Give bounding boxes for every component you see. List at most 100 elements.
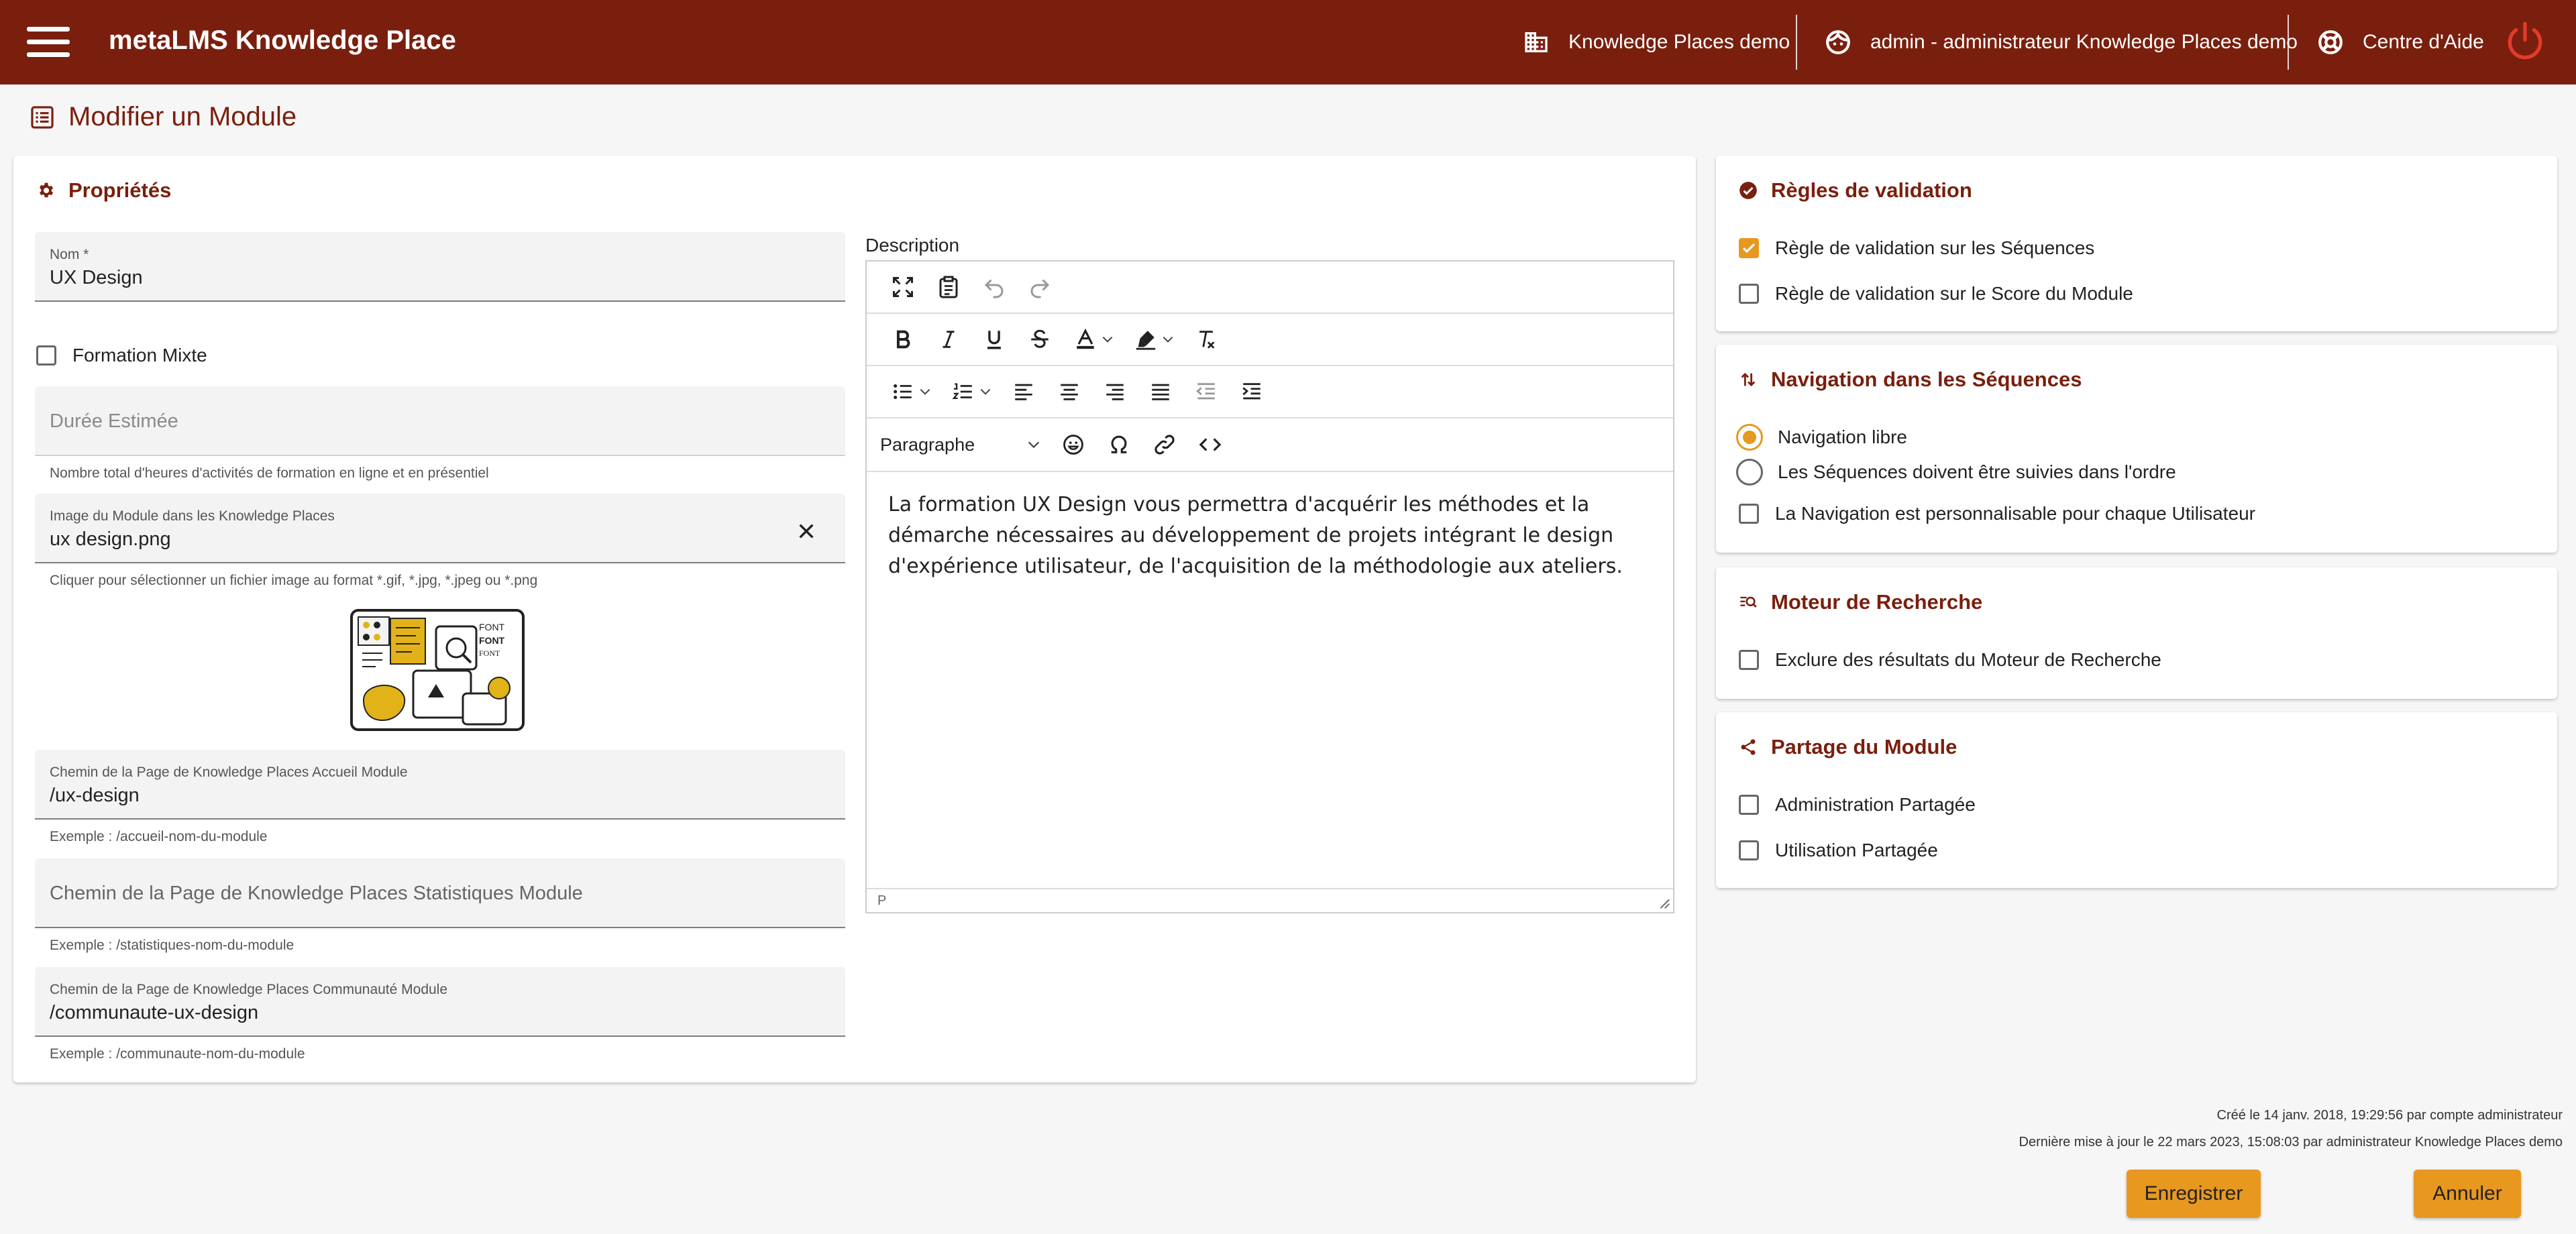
navigation-free-radio[interactable] [1736, 424, 1763, 451]
logout-button[interactable] [2504, 20, 2546, 66]
clipboard-icon [939, 276, 958, 298]
underline-icon [987, 331, 1001, 349]
building-icon [1525, 32, 1548, 52]
block-format-select[interactable]: Paragraphe [880, 425, 1041, 465]
mixed-training-checkbox-row[interactable]: Formation Mixte [36, 345, 207, 366]
navigation-ordered-radio[interactable] [1736, 459, 1763, 486]
validation-sequences-checkbox[interactable] [1739, 238, 1759, 258]
close-icon[interactable] [796, 520, 817, 542]
cancel-button[interactable]: Annuler [2414, 1170, 2521, 1218]
numbered-list-dropdown[interactable] [977, 372, 994, 412]
navigation-card: Navigation dans les Séquences Navigation… [1716, 345, 2557, 553]
svg-text:FONT: FONT [479, 622, 505, 632]
help-center-link[interactable]: Centre d'Aide [2317, 0, 2484, 85]
description-content[interactable]: La formation UX Design vous permettra d'… [888, 490, 1646, 582]
sharing-usage-row[interactable]: Utilisation Partagée [1739, 840, 1938, 861]
special-char-button[interactable] [1096, 425, 1142, 465]
home-path-field[interactable]: Chemin de la Page de Knowledge Places Ac… [35, 750, 845, 820]
strikethrough-button[interactable] [1017, 319, 1063, 359]
home-path-value: /ux-design [50, 785, 140, 806]
align-right-button[interactable] [1092, 372, 1138, 412]
navigation-custom-checkbox[interactable] [1739, 504, 1759, 524]
indent-button[interactable] [1229, 372, 1275, 412]
strikethrough-icon [1031, 329, 1049, 348]
editor-toolbar-row-2 [867, 314, 1673, 366]
menu-icon[interactable] [27, 27, 70, 58]
undo-icon [984, 279, 1004, 298]
editor-toolbar-row-1 [867, 262, 1673, 314]
fullscreen-button[interactable] [880, 267, 926, 307]
highlight-dropdown[interactable] [1159, 319, 1177, 359]
sharing-usage-checkbox[interactable] [1739, 840, 1759, 860]
navigation-free-option[interactable]: Navigation libre [1736, 424, 1907, 451]
emoji-button[interactable] [1051, 425, 1096, 465]
community-path-label: Chemin de la Page de Knowledge Places Co… [50, 982, 448, 997]
search-title-text: Moteur de Recherche [1771, 590, 1983, 614]
save-button[interactable]: Enregistrer [2127, 1170, 2261, 1218]
bullet-list-dropdown[interactable] [916, 372, 934, 412]
description-editor[interactable]: Paragraphe La formation UX Design vous p… [865, 260, 1674, 913]
duration-hint: Nombre total d'heures d'activités de for… [50, 465, 489, 481]
navigation-custom-label: La Navigation est personnalisable pour c… [1775, 503, 2255, 524]
redo-button[interactable] [1017, 267, 1063, 307]
stats-path-field[interactable]: Chemin de la Page de Knowledge Places St… [35, 858, 845, 928]
navigation-title-text: Navigation dans les Séquences [1771, 368, 2082, 391]
paste-button[interactable] [926, 267, 971, 307]
description-label: Description [865, 235, 960, 256]
align-center-button[interactable] [1046, 372, 1092, 412]
validation-rule-sequences[interactable]: Règle de validation sur les Séquences [1739, 237, 2094, 259]
sharing-card: Partage du Module Administration Partagé… [1716, 712, 2557, 888]
validation-score-checkbox[interactable] [1739, 284, 1759, 304]
bold-button[interactable] [880, 319, 926, 359]
resize-handle-icon[interactable] [1656, 895, 1670, 909]
fullscreen-icon [893, 277, 913, 297]
svg-text:FONT: FONT [479, 649, 500, 658]
validation-rule-score[interactable]: Règle de validation sur le Score du Modu… [1739, 283, 2133, 304]
editor-status-bar: P [867, 888, 1673, 912]
search-exclude-checkbox[interactable] [1739, 650, 1759, 670]
user-menu[interactable]: admin - administrateur Knowledge Places … [1825, 0, 2298, 85]
search-exclude-label: Exclure des résultats du Moteur de Reche… [1775, 649, 2161, 670]
clear-format-button[interactable] [1183, 319, 1229, 359]
bullet-list-icon [894, 384, 912, 400]
navigation-ordered-option[interactable]: Les Séquences doivent être suivies dans … [1736, 459, 2176, 486]
clear-format-icon [1199, 331, 1215, 349]
outdent-icon [1196, 383, 1215, 400]
navigation-custom-row[interactable]: La Navigation est personnalisable pour c… [1739, 503, 2255, 524]
element-path: P [877, 893, 887, 908]
bold-icon [896, 330, 910, 349]
mixed-training-checkbox[interactable] [36, 345, 56, 366]
chevron-down-icon [1102, 336, 1113, 343]
name-field[interactable]: Nom * UX Design [35, 232, 845, 302]
divider [1796, 15, 1797, 70]
text-color-dropdown[interactable] [1099, 319, 1116, 359]
sort-arrows-icon [1741, 372, 1756, 387]
search-exclude-row[interactable]: Exclure des résultats du Moteur de Reche… [1739, 649, 2161, 671]
align-left-button[interactable] [1001, 372, 1046, 412]
user-label: admin - administrateur Knowledge Places … [1870, 31, 2298, 53]
validation-title-text: Règles de validation [1771, 178, 1972, 202]
community-path-field[interactable]: Chemin de la Page de Knowledge Places Co… [35, 967, 845, 1037]
outdent-button[interactable] [1183, 372, 1229, 412]
underline-button[interactable] [971, 319, 1017, 359]
undo-button[interactable] [971, 267, 1017, 307]
numbered-list-icon [952, 383, 972, 400]
duration-field[interactable]: Durée Estimée [35, 386, 845, 456]
name-field-label: Nom * [50, 247, 89, 262]
sharing-admin-row[interactable]: Administration Partagée [1739, 794, 1976, 816]
justify-icon [1152, 384, 1169, 400]
search-title: Moteur de Recherche [1739, 590, 1982, 614]
link-button[interactable] [1142, 425, 1187, 465]
created-info: Créé le 14 janv. 2018, 19:29:56 par comp… [2216, 1108, 2563, 1123]
sharing-admin-checkbox[interactable] [1739, 795, 1759, 815]
image-field[interactable]: Image du Module dans les Knowledge Place… [35, 494, 845, 563]
workspace-selector[interactable]: Knowledge Places demo [1523, 0, 1790, 85]
mixed-training-label: Formation Mixte [72, 345, 207, 366]
source-code-button[interactable] [1187, 425, 1233, 465]
validation-score-label: Règle de validation sur le Score du Modu… [1775, 283, 2133, 304]
module-image-preview[interactable]: FONT FONT FONT [349, 606, 530, 734]
justify-button[interactable] [1138, 372, 1183, 412]
page-title-text: Modifier un Module [68, 102, 297, 131]
italic-button[interactable] [926, 319, 971, 359]
name-field-value: UX Design [50, 267, 143, 288]
